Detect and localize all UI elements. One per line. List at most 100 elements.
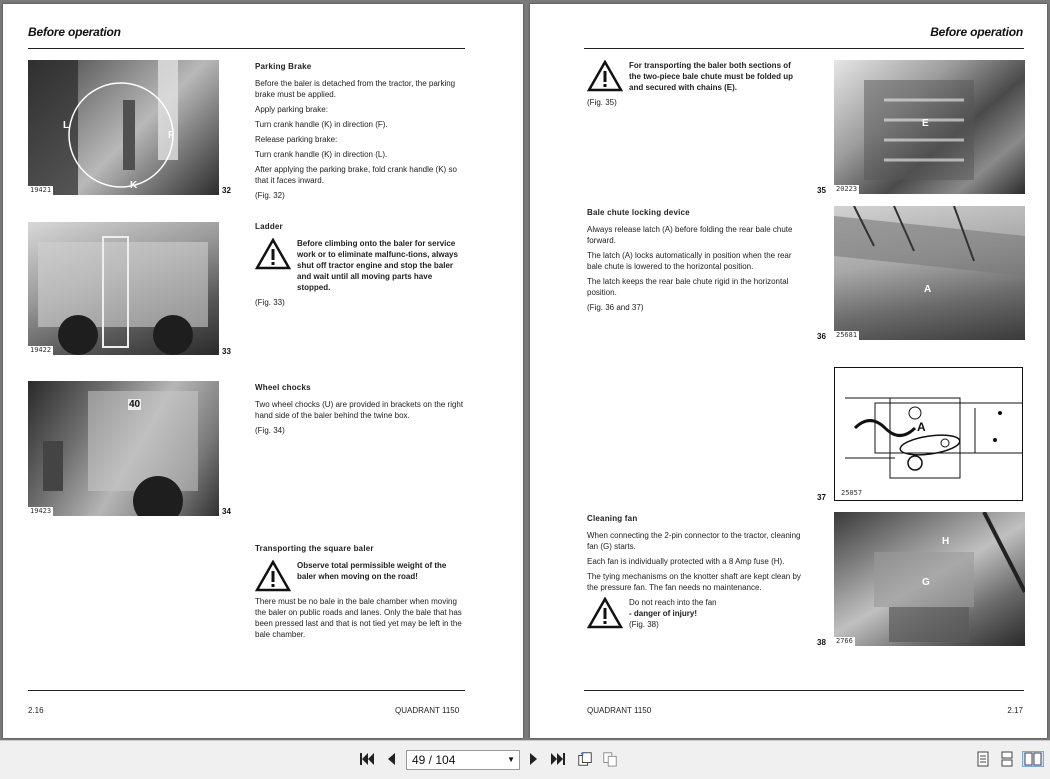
- warning-text: Before climbing onto the baler for servi…: [297, 239, 458, 292]
- figure-number: 35: [817, 186, 826, 195]
- paragraph: The latch (A) locks automatically in pos…: [587, 251, 792, 271]
- rotate-icon[interactable]: [577, 751, 593, 767]
- transport-section: Transporting the square baler Observe to…: [255, 543, 467, 644]
- prev-page-icon[interactable]: [383, 751, 399, 767]
- page-number: 2.17: [1007, 706, 1023, 715]
- single-page-icon[interactable]: [975, 751, 991, 767]
- warning-triangle-icon: [255, 238, 291, 270]
- warning-triangle-icon: [587, 60, 623, 92]
- figure-reference: (Fig. 33): [255, 298, 285, 307]
- figure-code: 20223: [834, 185, 860, 194]
- footer-rule: [584, 690, 1024, 691]
- paragraph: Before the baler is detached from the tr…: [255, 79, 456, 99]
- label-h: H: [942, 536, 950, 547]
- ladder-section: Ladder Before climbing onto the baler fo…: [255, 221, 467, 312]
- wheel-chocks-section: Wheel chocks Two wheel chocks (U) are pr…: [255, 382, 467, 440]
- figure-number: 32: [222, 186, 231, 195]
- paragraph: Each fan is individually protected with …: [587, 557, 785, 566]
- figure-number: 37: [817, 493, 826, 502]
- figure-code: 19423: [28, 507, 54, 516]
- next-page-icon[interactable]: [526, 751, 542, 767]
- warning-text: For transporting the baler both sections…: [629, 61, 794, 92]
- warning-triangle-icon: [587, 597, 623, 629]
- figure-37-diagram: A 25057: [834, 367, 1023, 501]
- figure-code: 25057: [839, 489, 865, 498]
- label-f: F: [168, 130, 175, 141]
- label-k: K: [130, 180, 138, 191]
- two-page-icon[interactable]: [1022, 751, 1044, 767]
- figure-36-photo: A 25681: [834, 206, 1025, 340]
- figure-code: 25681: [834, 331, 860, 340]
- chevron-down-icon[interactable]: ▼: [507, 755, 515, 764]
- label-e: E: [922, 118, 929, 129]
- figure-reference: (Fig. 38): [629, 620, 659, 629]
- model-name: QUADRANT 1150: [395, 706, 460, 715]
- section-title: Parking Brake: [255, 62, 312, 71]
- label-l: L: [63, 120, 70, 131]
- header-rule: [584, 48, 1024, 49]
- paragraph: Turn crank handle (K) in direction (L).: [255, 150, 388, 159]
- page-indicator: 49 / 104: [412, 753, 456, 767]
- figure-number: 38: [817, 638, 826, 647]
- paragraph: The latch keeps the rear bale chute rigi…: [587, 277, 789, 297]
- figure-number: 36: [817, 332, 826, 341]
- figure-32-photo: L F K 19421: [28, 60, 219, 195]
- figure-code: 2766: [834, 637, 855, 646]
- model-name: QUADRANT 1150: [587, 706, 652, 715]
- paragraph: Two wheel chocks (U) are provided in bra…: [255, 400, 464, 420]
- paragraph: The tying mechanisms on the knotter shaf…: [587, 572, 801, 592]
- footer-rule: [28, 690, 465, 691]
- section-title: Wheel chocks: [255, 383, 311, 392]
- cleaning-fan-section: Cleaning fan When connecting the 2-pin c…: [587, 513, 802, 634]
- figure-reference: (Fig. 34): [255, 426, 285, 435]
- warning-block: For transporting the baler both sections…: [587, 60, 802, 93]
- paragraph: There must be no bale in the bale chambe…: [255, 597, 462, 639]
- figure-number: 33: [222, 347, 231, 356]
- figure-reference: (Fig. 36 and 37): [587, 303, 644, 312]
- paragraph: Turn crank handle (K) in direction (F).: [255, 120, 388, 129]
- warning-text: Observe total permissible weight of the …: [297, 561, 447, 581]
- warning-block: Observe total permissible weight of the …: [255, 560, 467, 592]
- warning-block: Before climbing onto the baler for servi…: [255, 238, 467, 293]
- paragraph: After applying the parking brake, fold c…: [255, 165, 457, 185]
- warning-triangle-icon: [255, 560, 291, 592]
- figure-35-photo: E 20223: [834, 60, 1025, 194]
- last-page-icon[interactable]: [550, 751, 566, 767]
- figure-33-photo: 19422: [28, 222, 219, 355]
- section-title: Ladder: [255, 222, 283, 231]
- section-title: Transporting the square baler: [255, 544, 374, 553]
- page-number: 2.16: [28, 706, 44, 715]
- figure-code: 19422: [28, 346, 54, 355]
- section-title: Cleaning fan: [587, 514, 638, 523]
- section-title: Bale chute locking device: [587, 208, 690, 217]
- locking-device-section: Bale chute locking device Always release…: [587, 207, 802, 317]
- header-rule: [28, 48, 465, 49]
- figure-reference: (Fig. 35): [587, 98, 617, 107]
- paragraph: When connecting the 2-pin connector to t…: [587, 531, 801, 551]
- parking-brake-section: Parking Brake Before the baler is detach…: [255, 61, 467, 205]
- figure-number: 34: [222, 507, 231, 516]
- page-header: Before operation: [930, 25, 1023, 39]
- label-g: G: [922, 577, 930, 588]
- left-page: Before operation L F K 19421 32 19422 33: [3, 4, 523, 738]
- right-page: Before operation For transporting the ba…: [530, 4, 1047, 738]
- paragraph: Apply parking brake:: [255, 105, 328, 114]
- warning-text: - danger of injury!: [629, 609, 697, 618]
- continuous-icon[interactable]: [999, 751, 1015, 767]
- copy-icon[interactable]: [602, 751, 618, 767]
- figure-38-photo: H G 2766: [834, 512, 1025, 646]
- label-a: A: [924, 284, 932, 295]
- warning-block: Do not reach into the fan - danger of in…: [587, 597, 802, 630]
- paragraph: Release parking brake:: [255, 135, 338, 144]
- paragraph: Always release latch (A) before folding …: [587, 225, 793, 245]
- label-40: 40: [128, 399, 142, 410]
- warning-text: Do not reach into the fan: [629, 598, 717, 607]
- viewer-toolbar: 49 / 104 ▼: [0, 740, 1050, 779]
- figure-34-photo: 40 19423: [28, 381, 219, 516]
- first-page-icon[interactable]: [359, 751, 375, 767]
- page-number-input[interactable]: 49 / 104 ▼: [406, 750, 520, 770]
- chute-transport-section: For transporting the baler both sections…: [587, 60, 802, 112]
- figure-reference: (Fig. 32): [255, 191, 285, 200]
- label-a: A: [917, 420, 926, 434]
- page-header: Before operation: [28, 25, 121, 39]
